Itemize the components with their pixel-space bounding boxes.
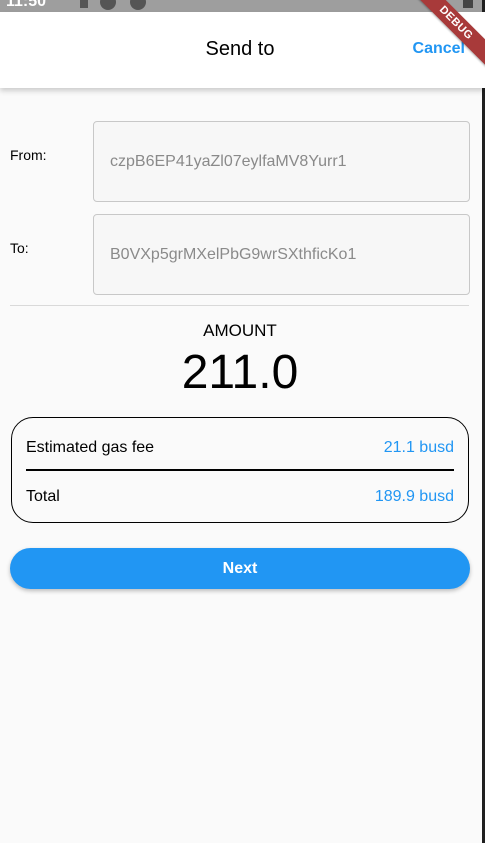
amount-label: AMOUNT [203, 321, 277, 340]
from-value: czpB6EP41yaZl07eylfaMV8Yurr1 [110, 152, 347, 170]
app-bar: Send to Cancel [0, 12, 485, 88]
from-field[interactable]: czpB6EP41yaZl07eylfaMV8Yurr1 [93, 121, 470, 202]
fee-summary-box: Estimated gas fee 21.1 busd Total 189.9 … [11, 417, 469, 523]
from-label: From: [10, 147, 47, 163]
gas-fee-row: Estimated gas fee 21.1 busd [26, 439, 454, 457]
circle-icon [130, 0, 146, 10]
divider [10, 305, 469, 306]
status-time: 11:50 [6, 0, 47, 10]
status-bar: 11:50 [0, 0, 485, 12]
gas-fee-value: 21.1 busd [383, 439, 454, 456]
battery-icon [463, 0, 473, 8]
sync-icon [100, 0, 116, 10]
fee-divider [26, 469, 454, 471]
to-field[interactable]: B0VXp5grMXelPbG9wrSXthficKo1 [93, 214, 470, 295]
to-value: B0VXp5grMXelPbG9wrSXthficKo1 [110, 245, 357, 263]
next-button[interactable]: Next [10, 548, 470, 589]
to-label: To: [10, 240, 29, 256]
notification-icon [80, 0, 88, 8]
total-row: Total 189.9 busd [26, 488, 454, 506]
cancel-button[interactable]: Cancel [413, 40, 465, 58]
total-value: 189.9 busd [374, 488, 454, 505]
page-title: Send to [205, 38, 275, 60]
amount-value: 211.0 [181, 346, 299, 399]
total-label: Total [26, 488, 60, 505]
gas-fee-label: Estimated gas fee [26, 439, 155, 456]
